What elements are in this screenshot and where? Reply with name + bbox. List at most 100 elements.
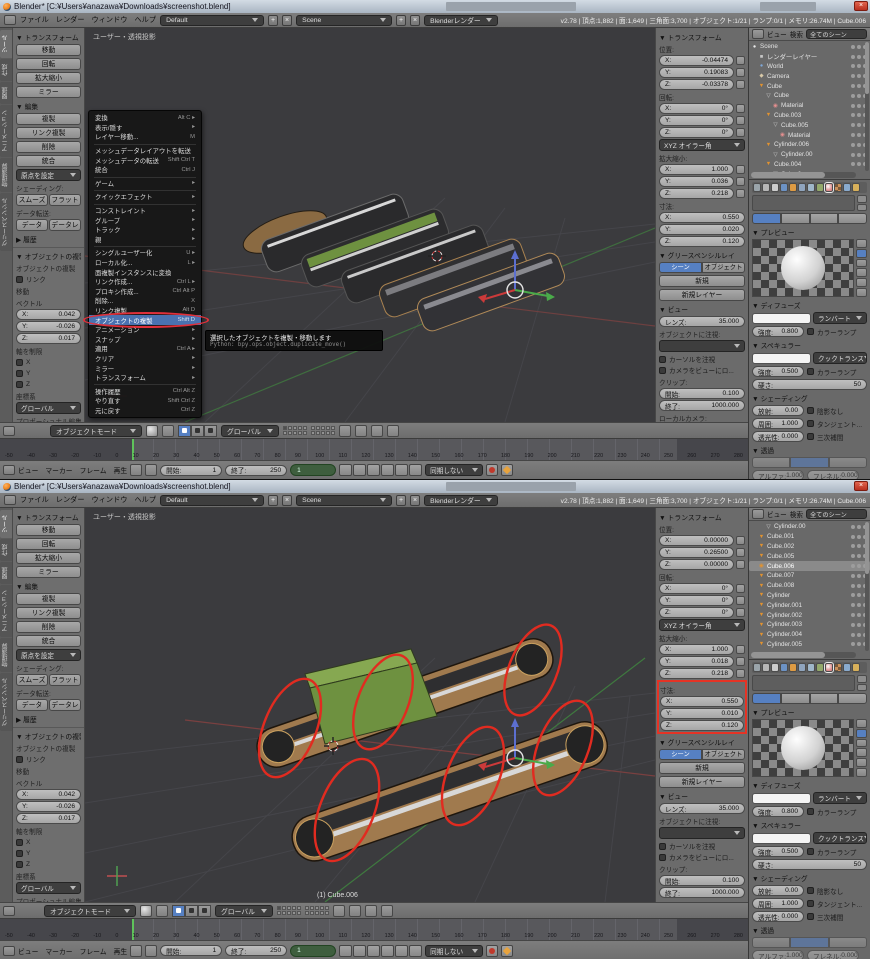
timeline-menu-item[interactable]: マーカー — [45, 946, 72, 956]
material-type-tab[interactable] — [781, 213, 810, 224]
location-field[interactable]: X:-0.04474 — [659, 55, 734, 66]
sync-dropdown[interactable]: 同期しない — [425, 464, 483, 476]
properties-tab-icon[interactable] — [753, 663, 761, 672]
mirror-button[interactable]: ミラー — [16, 566, 81, 578]
join-button[interactable]: 統合 — [16, 155, 81, 167]
outliner-row[interactable]: ▽Cylinder.00 — [749, 522, 870, 532]
checkbox[interactable] — [16, 276, 23, 283]
properties-tab-icon[interactable] — [789, 663, 797, 672]
material-slot-list[interactable] — [752, 195, 855, 211]
context-menu-item[interactable]: 親▸ — [89, 235, 201, 245]
shade-smooth-button[interactable]: スムーズ — [16, 194, 48, 206]
outliner-row[interactable]: ●Scene — [749, 42, 870, 52]
layers-widget[interactable] — [283, 426, 307, 435]
panel-header-edit[interactable]: ▼ 編集 — [16, 101, 81, 111]
fresnel-field[interactable]: フレネル:0.000 — [807, 470, 859, 479]
checkbox[interactable] — [659, 367, 666, 374]
transfer-data-button[interactable]: データ — [16, 699, 48, 711]
lock-icon[interactable] — [736, 68, 745, 77]
specular-color-swatch[interactable] — [752, 833, 811, 844]
snap-element-icon[interactable] — [355, 425, 367, 437]
translate-manipulator-button[interactable] — [172, 905, 185, 917]
timeline-menu-item[interactable]: フレーム — [80, 946, 107, 956]
editor-type-icon[interactable] — [3, 465, 15, 475]
rotation-mode-dropdown[interactable]: XYZ オイラー角 — [659, 139, 745, 151]
properties-tab-icon[interactable] — [762, 183, 770, 192]
context-menu-item[interactable]: 変換Alt C ▸ — [89, 113, 201, 123]
emit-field[interactable]: 放射:0.00 — [752, 405, 804, 416]
hardness-field[interactable]: 硬さ:50 — [752, 379, 867, 390]
context-menu-item[interactable] — [94, 203, 196, 205]
orientation-dropdown[interactable]: グローバル — [16, 882, 81, 894]
rotation-mode-dropdown[interactable]: XYZ オイラー角 — [659, 619, 745, 631]
tool-shelf-tab[interactable]: 関連 — [0, 82, 12, 104]
context-menu-item[interactable]: アニメーション▸ — [89, 325, 201, 335]
tool-shelf-tab[interactable]: 関連 — [0, 562, 12, 584]
lock-icon[interactable] — [736, 189, 745, 198]
context-menu-item[interactable]: やり直すShift Ctrl Z — [89, 396, 201, 406]
outliner-row[interactable]: ▼Cube.002 — [749, 542, 870, 552]
lock-icon[interactable] — [736, 596, 745, 605]
emit-field[interactable]: 放射:0.00 — [752, 885, 804, 896]
material-slot-list[interactable] — [752, 675, 855, 691]
outliner-row[interactable]: ◆Camera — [749, 71, 870, 81]
properties-tab-icon[interactable] — [798, 663, 806, 672]
rotate-manipulator-button[interactable] — [191, 425, 204, 437]
top-menu-item[interactable]: ファイル — [20, 15, 49, 25]
outliner-row[interactable]: ▼Cube.004 — [749, 160, 870, 170]
context-menu-item[interactable]: 操作履歴Ctrl Alt Z — [89, 386, 201, 396]
preview-hair-button[interactable] — [856, 758, 867, 767]
viewport-shading-icon[interactable] — [146, 425, 158, 437]
diffuse-ramp-row[interactable]: カラーランプ — [807, 327, 856, 337]
context-menu-item[interactable]: コンストレイント▸ — [89, 206, 201, 216]
specular-ramp-row[interactable]: カラーランプ — [807, 367, 856, 377]
gp-object-button[interactable]: オブジェクト — [702, 749, 745, 760]
properties-tab-icon[interactable] — [816, 663, 824, 672]
lock-cursor-row[interactable]: カーソルを注視 — [659, 354, 745, 364]
top-menu-item[interactable]: レンダー — [56, 15, 85, 25]
auto-keyframe-button[interactable] — [486, 464, 498, 476]
transparency-mode-tab[interactable] — [752, 937, 790, 948]
current-frame-field[interactable]: 1 — [290, 464, 336, 476]
checkbox[interactable] — [659, 356, 666, 363]
tool-button[interactable]: 複製 — [16, 113, 81, 125]
preview-panel-header[interactable]: ▼ プレビュー — [752, 227, 867, 237]
checkbox[interactable] — [807, 407, 814, 414]
editor-type-icon[interactable] — [3, 906, 15, 916]
add-layout-button[interactable]: + — [268, 15, 278, 26]
panel-header-transform[interactable]: ▼ トランスフォーム — [16, 32, 81, 42]
set-origin-dropdown[interactable]: 原点を設定 — [16, 649, 81, 661]
render-opengl-icon[interactable] — [371, 425, 383, 437]
scale-field[interactable]: Y:0.036 — [659, 176, 734, 187]
vector-field[interactable]: X:0.042 — [16, 309, 81, 320]
lock-icon[interactable] — [736, 80, 745, 89]
viewport-3d[interactable]: ユーザー・透視投影 (1) Cube.006 — [85, 508, 655, 902]
axis-checkbox-row[interactable]: Y — [16, 848, 81, 858]
render-opengl-anim-icon[interactable] — [387, 425, 399, 437]
properties-tab-icon[interactable] — [834, 183, 842, 192]
context-menu-item[interactable]: リンク複製Alt D — [89, 306, 201, 316]
material-type-tab[interactable] — [752, 213, 781, 224]
scale-manipulator-button[interactable] — [204, 425, 217, 437]
preview-sphere-button[interactable] — [856, 729, 867, 738]
context-menu-item[interactable]: レイヤー移動...M — [89, 132, 201, 142]
top-menu-item[interactable]: レンダー — [56, 495, 85, 505]
context-menu-item[interactable]: 元に戻すCtrl Z — [89, 406, 201, 416]
scale-field[interactable]: Z:0.218 — [659, 668, 734, 679]
properties-tab-icon[interactable] — [834, 663, 842, 672]
checkbox[interactable] — [807, 900, 814, 907]
camera-lock-row[interactable]: カメラをビューにロ... — [659, 852, 745, 862]
preview-world-button[interactable] — [856, 288, 867, 297]
material-type-tab[interactable] — [752, 693, 781, 704]
tool-shelf-tab[interactable]: 作成 — [0, 59, 12, 81]
operator-panel-header[interactable]: ▼ オブジェクトの複製 — [16, 251, 81, 261]
outliner-row[interactable]: ▽Cylinder.00 — [749, 150, 870, 160]
scale-field[interactable]: X:1.000 — [659, 164, 734, 175]
delete-scene-button[interactable]: × — [410, 495, 420, 506]
mode-dropdown[interactable]: オブジェクトモード — [44, 905, 136, 917]
preview-range-icon[interactable] — [130, 464, 142, 476]
timeline-menu-item[interactable]: フレーム — [80, 465, 107, 475]
outliner-row[interactable]: ◉Material — [749, 130, 870, 140]
diffuse-color-swatch[interactable] — [752, 793, 811, 804]
vector-field[interactable]: Y:-0.026 — [16, 321, 81, 332]
